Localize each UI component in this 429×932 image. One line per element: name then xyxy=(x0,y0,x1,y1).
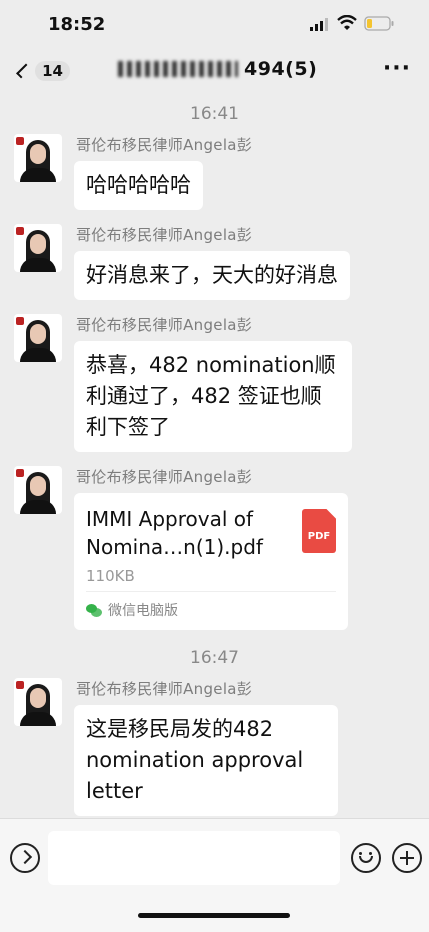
add-icon[interactable] xyxy=(392,843,422,873)
message-timestamp: 16:47 xyxy=(190,648,239,668)
voice-input-icon[interactable] xyxy=(10,843,40,873)
more-options-button[interactable]: ··· xyxy=(383,58,411,80)
message-bubble[interactable]: 恭喜，482 nomination顺利通过了，482 签证也顺利下签了 xyxy=(74,341,352,452)
message-timestamp: 16:41 xyxy=(190,104,239,124)
signal-icon xyxy=(310,18,328,31)
message-bubble[interactable]: 这是移民局发的482 nomination approval letter xyxy=(74,705,338,816)
status-bar: 18:52 xyxy=(0,0,429,50)
redacted-group-name xyxy=(118,61,238,77)
sender-name: 哥伦布移民律师Angela彭 xyxy=(76,468,253,486)
avatar[interactable] xyxy=(14,134,62,182)
sender-name: 哥伦布移民律师Angela彭 xyxy=(76,680,253,698)
emoji-icon[interactable] xyxy=(351,843,381,873)
file-size: 110KB xyxy=(86,567,135,585)
message-bubble[interactable]: 好消息来了，天大的好消息 xyxy=(74,251,350,300)
chat-area[interactable]: 16:41 哥伦布移民律师Angela彭 哈哈哈哈哈 哥伦布移民律师Angela… xyxy=(0,92,429,818)
message-row: 哥伦布移民律师Angela彭 好消息来了，天大的好消息 xyxy=(0,224,429,300)
wechat-icon xyxy=(86,603,102,617)
unread-count-badge: 14 xyxy=(35,61,70,81)
message-bubble[interactable]: 哈哈哈哈哈 xyxy=(74,161,203,210)
chevron-left-icon xyxy=(16,63,32,79)
status-time: 18:52 xyxy=(48,14,106,35)
avatar[interactable] xyxy=(14,678,62,726)
file-source: 微信电脑版 xyxy=(86,591,336,630)
message-row: 哥伦布移民律师Angela彭 IMMI Approval of Nomina…n… xyxy=(0,466,429,630)
nav-bar: 14 494(5) ··· xyxy=(0,50,429,92)
file-name: IMMI Approval of Nomina…n(1).pdf xyxy=(86,507,263,559)
pdf-file-icon: PDF xyxy=(302,509,336,553)
battery-icon xyxy=(364,16,394,31)
home-indicator[interactable] xyxy=(138,913,290,918)
sender-name: 哥伦布移民律师Angela彭 xyxy=(76,136,253,154)
sender-name: 哥伦布移民律师Angela彭 xyxy=(76,316,253,334)
avatar[interactable] xyxy=(14,466,62,514)
back-button[interactable]: 14 xyxy=(14,56,70,86)
sender-name: 哥伦布移民律师Angela彭 xyxy=(76,226,253,244)
file-attachment[interactable]: IMMI Approval of Nomina…n(1).pdf 110KB P… xyxy=(74,493,348,630)
wifi-icon xyxy=(337,15,357,30)
message-row: 哥伦布移民律师Angela彭 这是移民局发的482 nomination app… xyxy=(0,678,429,816)
chat-title: 494(5) xyxy=(118,58,317,80)
message-input[interactable] xyxy=(48,831,340,885)
message-row: 哥伦布移民律师Angela彭 哈哈哈哈哈 xyxy=(0,134,429,210)
file-source-label: 微信电脑版 xyxy=(108,603,178,619)
message-row: 哥伦布移民律师Angela彭 恭喜，482 nomination顺利通过了，48… xyxy=(0,314,429,452)
chat-title-suffix: 494(5) xyxy=(244,58,318,80)
avatar[interactable] xyxy=(14,314,62,362)
input-bar xyxy=(0,818,429,932)
avatar[interactable] xyxy=(14,224,62,272)
